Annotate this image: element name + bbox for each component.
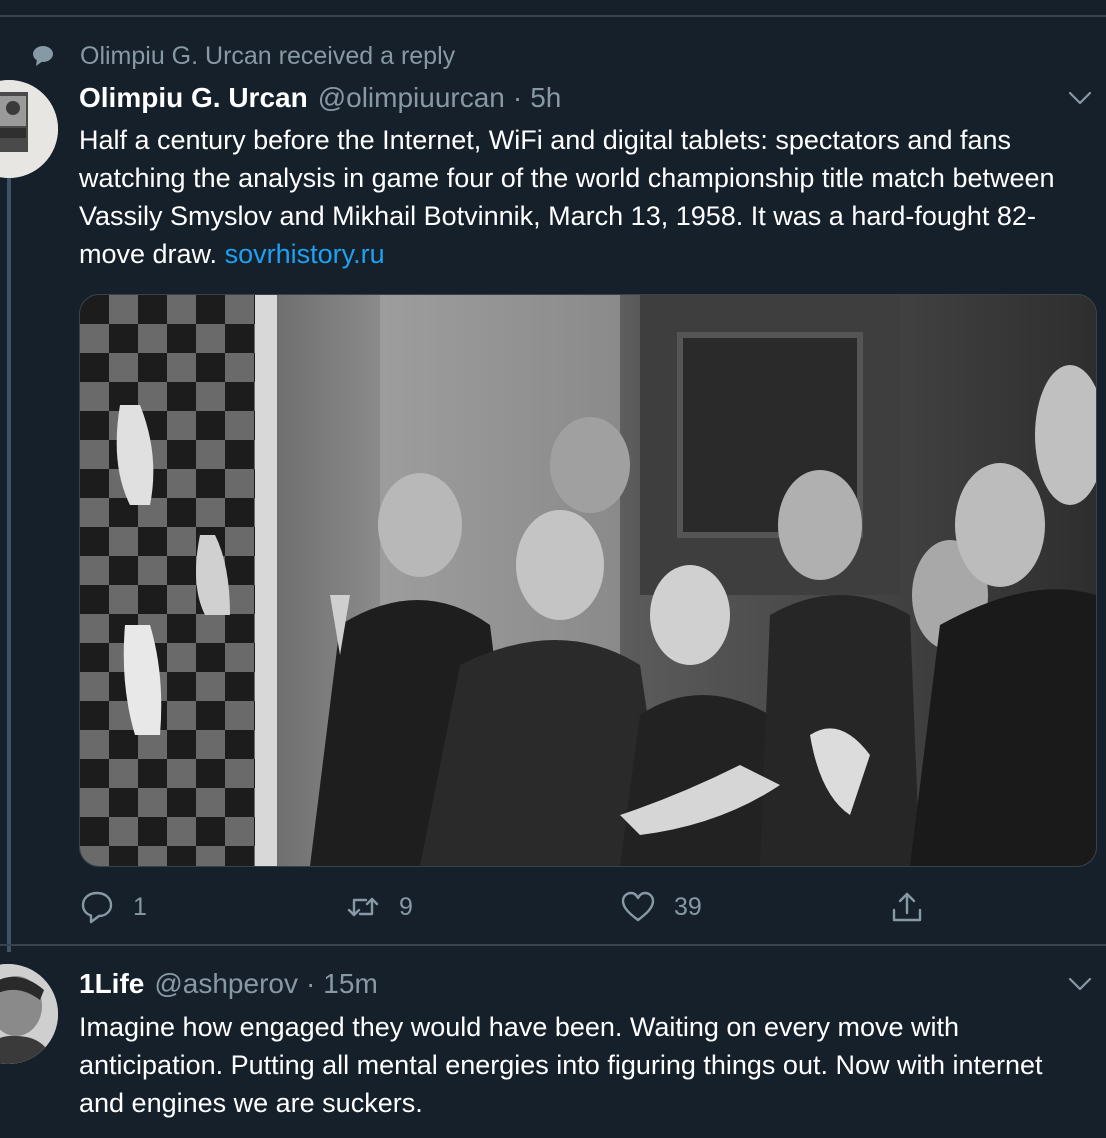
chevron-down-icon[interactable] (1068, 91, 1092, 105)
tweet-text: Imagine how engaged they would have been… (79, 1012, 1043, 1118)
display-name[interactable]: 1Life (79, 968, 144, 1000)
reply-count: 1 (133, 892, 147, 921)
reply-button[interactable]: 1 (79, 889, 147, 925)
like-button[interactable]: 39 (620, 889, 702, 925)
tweet-photo[interactable] (79, 294, 1097, 867)
tweet-header: 1Life @ashperov · 15m (79, 964, 378, 1004)
reply-icon (81, 891, 113, 924)
thread-line (7, 176, 11, 952)
display-name[interactable]: Olimpiu G. Urcan (79, 82, 308, 114)
share-icon (892, 892, 922, 922)
timestamp[interactable]: 5h (530, 82, 561, 114)
separator-dot: · (305, 968, 316, 999)
retweet-count: 9 (399, 892, 413, 921)
chevron-down-icon[interactable] (1068, 977, 1092, 991)
tweet-text: Half a century before the Internet, WiFi… (79, 121, 1094, 273)
avatar[interactable] (0, 964, 58, 1064)
like-count: 39 (674, 892, 702, 921)
separator-dot: · (512, 82, 523, 113)
avatar[interactable] (0, 80, 58, 178)
tweet-header: Olimpiu G. Urcan @olimpiuurcan · 5h (79, 78, 561, 118)
tweet-link[interactable]: sovrhistory.ru (225, 239, 385, 269)
tweet-actions: 1 9 39 (0, 889, 1106, 929)
retweet-button[interactable]: 9 (345, 889, 413, 925)
share-button[interactable] (889, 889, 925, 925)
top-divider (0, 15, 1106, 17)
speech-bubble-icon (33, 46, 53, 66)
tweet-divider (0, 944, 1106, 946)
retweet-icon (347, 897, 379, 917)
timestamp[interactable]: 15m (323, 968, 377, 1000)
user-handle[interactable]: @olimpiuurcan (318, 82, 505, 114)
user-handle[interactable]: @ashperov (154, 968, 298, 1000)
heart-icon (621, 891, 655, 922)
reply-context-text: Olimpiu G. Urcan received a reply (80, 41, 456, 70)
reply-context: Olimpiu G. Urcan received a reply (32, 40, 455, 72)
